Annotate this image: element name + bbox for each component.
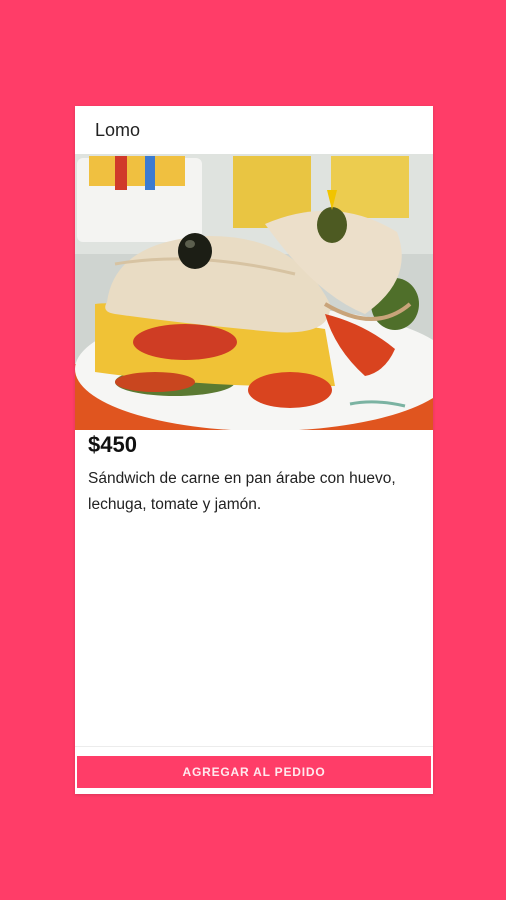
- product-photo: [75, 154, 433, 430]
- sandwich-photo: [75, 154, 433, 430]
- divider: [75, 746, 433, 747]
- add-to-order-button[interactable]: AGREGAR AL PEDIDO: [77, 756, 431, 788]
- product-description: Sándwich de carne en pan árabe con huevo…: [88, 470, 396, 513]
- product-title: Lomo: [95, 119, 141, 140]
- product-card: Lomo $450 Sándwich de carne en pan árabe…: [75, 106, 433, 794]
- product-price: $450: [88, 432, 137, 457]
